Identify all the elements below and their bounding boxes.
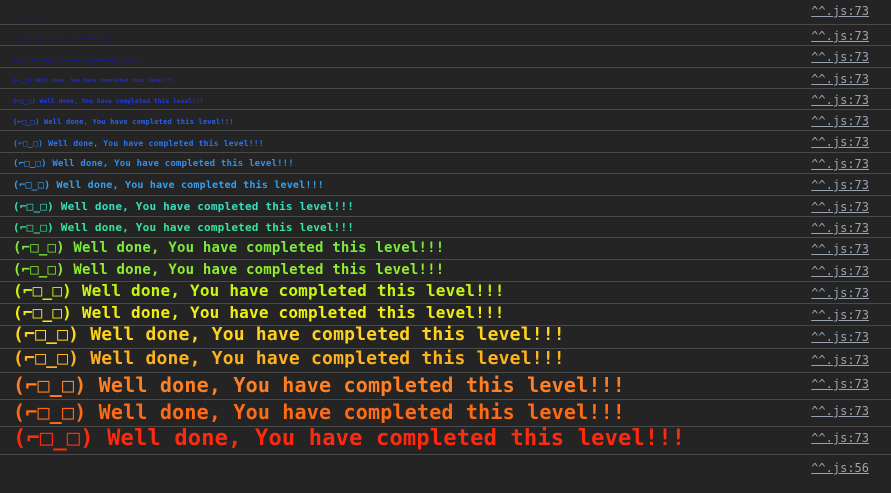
- console-log-message: (⌐□_□) Well done, You have completed thi…: [13, 98, 204, 105]
- source-link[interactable]: ^^.js:73: [811, 157, 869, 171]
- console-log-message: (⌐□_□) Well done, You have completed thi…: [13, 159, 294, 169]
- console-log-message: (⌐□_□) Well done, You have completed thi…: [13, 200, 355, 213]
- source-link[interactable]: ^^.js:73: [811, 135, 869, 149]
- console-log-row: (⌐□_□) Well done, You have completed thi…: [0, 427, 891, 455]
- console-log-message: (⌐□_□) Well done, You have completed thi…: [13, 303, 505, 322]
- console-log-message: (⌐□_□) Well done, You have completed thi…: [13, 221, 355, 234]
- source-link[interactable]: ^^.js:56: [811, 461, 869, 475]
- source-link[interactable]: ^^.js:73: [811, 377, 869, 391]
- source-link[interactable]: ^^.js:73: [811, 264, 869, 278]
- source-link[interactable]: ^^.js:73: [811, 353, 869, 367]
- source-link[interactable]: ^^.js:73: [811, 242, 869, 256]
- console-log-message: (⌐□_□) Well done, You have completed thi…: [13, 348, 565, 369]
- console-log-message: (⌐□_□) Well done, You have completed thi…: [13, 180, 325, 191]
- console-log-row: (⌐□_□) Well done, You have completed thi…: [0, 400, 891, 427]
- source-link[interactable]: ^^.js:73: [811, 431, 869, 445]
- source-link[interactable]: ^^.js:73: [811, 404, 869, 418]
- console-log-message: (⌐□_□) Well done, You have completed thi…: [13, 37, 114, 41]
- source-link[interactable]: ^^.js:73: [811, 50, 869, 64]
- console-log-row: (⌐□_□) Well done, You have completed thi…: [0, 110, 891, 131]
- console-log-message: (⌐□_□) Well done, You have completed thi…: [13, 139, 264, 148]
- console-log-message: (⌐□_□) Well done, You have completed thi…: [13, 240, 445, 256]
- source-link[interactable]: ^^.js:73: [811, 29, 869, 43]
- console-log-message: (⌐□_□) Well done, You have completed thi…: [13, 426, 686, 451]
- console-log-row: (⌐□_□) Well done, You have completed thi…: [0, 304, 891, 326]
- source-link[interactable]: ^^.js:73: [811, 4, 869, 18]
- console-log-row: (⌐□_□) Well done, You have completed thi…: [0, 25, 891, 46]
- console-log-row: (⌐□_□) Well done, You have completed thi…: [0, 131, 891, 153]
- console-log-row: (⌐□_□) Well done, You have completed thi…: [0, 174, 891, 196]
- console-log-row: (⌐□_□) Well done, You have completed thi…: [0, 46, 891, 68]
- console-panel: (⌐□_□) Well done, You have completed thi…: [0, 0, 891, 485]
- console-log-row: (⌐□_□) Well done, You have completed thi…: [0, 153, 891, 174]
- console-log-row: (⌐□_□) Well done, You have completed thi…: [0, 89, 891, 110]
- console-log-message: (⌐□_□) Well done, You have completed thi…: [13, 262, 445, 278]
- source-link[interactable]: ^^.js:73: [811, 330, 869, 344]
- console-log-message: (⌐□_□) Well done, You have completed thi…: [13, 19, 54, 20]
- console-log-row: ^^.js:56: [0, 455, 891, 485]
- source-link[interactable]: ^^.js:73: [811, 93, 869, 107]
- source-link[interactable]: ^^.js:73: [811, 72, 869, 86]
- console-log-message: (⌐□_□) Well done, You have completed thi…: [13, 373, 626, 397]
- console-log-row: (⌐□_□) Well done, You have completed thi…: [0, 349, 891, 373]
- source-link[interactable]: ^^.js:73: [811, 200, 869, 214]
- source-link[interactable]: ^^.js:73: [811, 221, 869, 235]
- console-log-row: (⌐□_□) Well done, You have completed thi…: [0, 0, 891, 25]
- console-log-row: (⌐□_□) Well done, You have completed thi…: [0, 324, 891, 349]
- console-log-row: (⌐□_□) Well done, You have completed thi…: [0, 68, 891, 89]
- console-log-row: (⌐□_□) Well done, You have completed thi…: [0, 260, 891, 282]
- console-log-row: (⌐□_□) Well done, You have completed thi…: [0, 217, 891, 238]
- console-log-message: (⌐□_□) Well done, You have completed thi…: [13, 324, 565, 345]
- source-link[interactable]: ^^.js:73: [811, 114, 869, 128]
- console-log-row: (⌐□_□) Well done, You have completed thi…: [0, 196, 891, 217]
- console-log-message: (⌐□_□) Well done, You have completed thi…: [13, 58, 144, 63]
- console-log-message: (⌐□_□) Well done, You have completed thi…: [13, 78, 174, 84]
- source-link[interactable]: ^^.js:73: [811, 308, 869, 322]
- source-link[interactable]: ^^.js:73: [811, 286, 869, 300]
- console-log-message: (⌐□_□) Well done, You have completed thi…: [13, 281, 505, 300]
- console-log-message: (⌐□_□) Well done, You have completed thi…: [13, 400, 626, 424]
- console-log-row: (⌐□_□) Well done, You have completed thi…: [0, 373, 891, 400]
- source-link[interactable]: ^^.js:73: [811, 178, 869, 192]
- console-log-row: (⌐□_□) Well done, You have completed thi…: [0, 238, 891, 260]
- console-log-message: (⌐□_□) Well done, You have completed thi…: [13, 118, 234, 126]
- console-log-row: (⌐□_□) Well done, You have completed thi…: [0, 282, 891, 304]
